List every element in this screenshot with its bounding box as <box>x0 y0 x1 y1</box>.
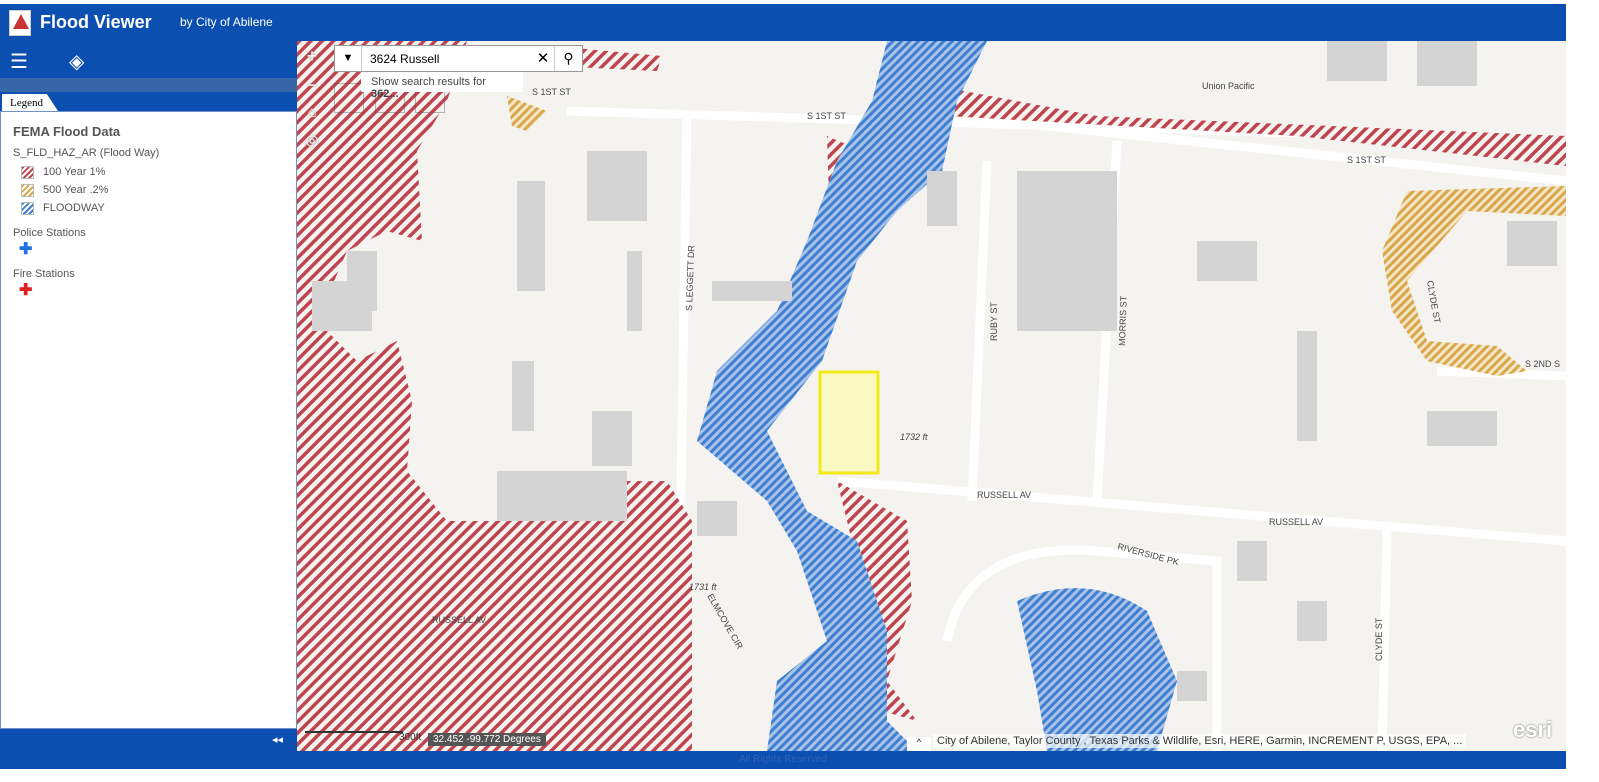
map-canvas[interactable]: S 1ST ST S 1ST ST S 1ST ST Union Pacific… <box>297 41 1566 751</box>
app-header: Flood Viewer by City of Abilene <box>0 4 1566 41</box>
zoom-out-button[interactable]: − <box>300 73 324 97</box>
zoom-in-button[interactable]: + <box>300 44 324 68</box>
street-label: MORRIS ST <box>1117 295 1129 346</box>
street-label: S 1ST ST <box>532 87 571 97</box>
scale-label: 300ft <box>399 732 422 743</box>
legend-layer-title: S_FLD_HAZ_AR (Flood Way) <box>13 147 160 159</box>
layers-icon[interactable]: ◈ <box>69 49 84 74</box>
search-icon[interactable]: ⚲ <box>554 46 582 71</box>
hatch-swatch-red-icon <box>21 165 34 179</box>
street-label: ELMCOVE CIR <box>705 592 745 651</box>
street-label: CLYDE ST <box>1374 617 1384 661</box>
coordinates-readout[interactable]: 32.452 -99.772 Degrees <box>428 733 546 746</box>
flood-zone-500yr <box>1382 186 1566 376</box>
panel-bottom-bar: ◂◂ <box>0 729 297 751</box>
street-label: S 1ST ST <box>1347 155 1386 165</box>
legend-label: 500 Year .2% <box>43 184 109 196</box>
legend-panel: FEMA Flood Data S_FLD_HAZ_AR (Flood Way)… <box>0 111 297 729</box>
legend-fire-title: Fire Stations <box>13 268 75 280</box>
city-logo <box>9 10 31 36</box>
tab-row: Legend <box>0 92 297 111</box>
hatch-swatch-orange-icon <box>21 183 34 197</box>
street-label: RUSSELL AV <box>432 615 486 625</box>
attribution: City of Abilene, Taylor County , Texas P… <box>933 734 1467 748</box>
flood-zone-500yr <box>507 96 547 131</box>
floodway <box>1017 588 1177 751</box>
elevation-label: 1732 ft <box>900 432 928 442</box>
street-label: CLYDE ST <box>1425 280 1442 325</box>
map-view[interactable]: S 1ST ST S 1ST ST S 1ST ST Union Pacific… <box>297 41 1566 751</box>
draw-tool-button[interactable] <box>334 83 364 113</box>
police-cross-icon: ✚ <box>19 241 33 258</box>
suggestion-prefix: Show search results for <box>371 76 486 88</box>
locate-button[interactable]: ◎ <box>300 129 324 153</box>
search-widget: ▼ ✕ ⚲ <box>334 45 583 72</box>
street-label: S LEGGETT DR <box>684 244 696 311</box>
street-label: RUSSELL AV <box>977 490 1031 500</box>
flood-zone-100yr <box>297 41 692 751</box>
legend-item: 100 Year 1% <box>13 163 284 181</box>
legend-label: FLOODWAY <box>43 202 105 214</box>
collapse-panel-icon[interactable]: ◂◂ <box>272 733 283 746</box>
fire-cross-icon: ✚ <box>19 282 33 299</box>
street-label: S 1ST ST <box>807 111 846 121</box>
clear-search-icon[interactable]: ✕ <box>532 46 554 71</box>
search-source-dropdown[interactable]: ▼ <box>335 46 362 71</box>
attribution-toggle[interactable]: ^ <box>907 737 931 751</box>
scale-bar <box>305 729 403 733</box>
esri-logo: esri <box>1513 717 1553 742</box>
panel-toolbar: ☰ ◈ <box>0 41 297 78</box>
legend-item: FLOODWAY <box>13 199 284 217</box>
tab-legend[interactable]: Legend <box>2 94 58 111</box>
app-title: Flood Viewer <box>40 12 152 32</box>
panel-band <box>0 78 297 92</box>
legend-police-title: Police Stations <box>13 227 86 239</box>
search-suggestion[interactable]: Show search results for 362... <box>361 72 523 100</box>
street-label: S 2ND S <box>1525 359 1560 369</box>
legend-label: 100 Year 1% <box>43 166 106 178</box>
legend-group-title: FEMA Flood Data <box>13 124 121 139</box>
app-subtitle: by City of Abilene <box>180 15 273 29</box>
elevation-label: 1731 ft <box>689 582 717 592</box>
search-input[interactable] <box>362 46 532 71</box>
home-button[interactable]: ⌂ <box>300 101 324 125</box>
street-label: RUSSELL AV <box>1269 517 1323 527</box>
selected-parcel[interactable] <box>818 370 880 475</box>
hatch-swatch-blue-icon <box>21 201 34 215</box>
suggestion-term: 362... <box>371 88 399 100</box>
footer: All Rights Reserved <box>0 751 1566 769</box>
street-label: RUBY ST <box>989 302 999 341</box>
legend-list-icon[interactable]: ☰ <box>10 49 28 74</box>
legend-item: 500 Year .2% <box>13 181 284 199</box>
street-label: Union Pacific <box>1202 81 1255 91</box>
